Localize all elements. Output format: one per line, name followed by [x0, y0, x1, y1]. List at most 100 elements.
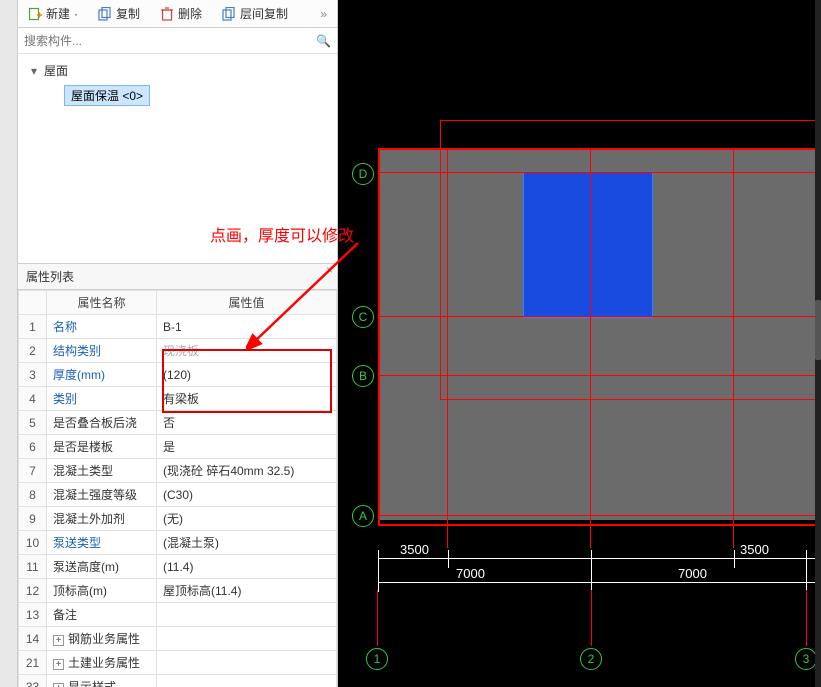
dim-tick [378, 550, 379, 592]
property-row[interactable]: 8混凝土强度等级(C30) [19, 483, 337, 507]
trash-icon [160, 7, 174, 21]
axis-bubble-col: 1 [366, 648, 388, 670]
delete-label: 删除 [178, 5, 202, 22]
axis-stub [591, 590, 592, 646]
row-index: 33 [19, 675, 47, 687]
row-index: 12 [19, 579, 47, 603]
caret-down-icon: ▾ [28, 64, 40, 78]
dim-text: 7000 [456, 566, 485, 581]
floor-copy-button[interactable]: 层间复制 [216, 3, 294, 24]
property-value[interactable] [157, 651, 337, 675]
row-index: 4 [19, 387, 47, 411]
canvas-scrollbar[interactable] [815, 0, 821, 687]
property-value[interactable]: 是 [157, 435, 337, 459]
property-value[interactable]: (C30) [157, 483, 337, 507]
row-index: 3 [19, 363, 47, 387]
property-name: 厚度(mm) [47, 363, 157, 387]
property-name: 泵送类型 [47, 531, 157, 555]
tree-root-label: 屋面 [44, 62, 68, 79]
property-row[interactable]: 33+显示样式 [19, 675, 337, 687]
property-row[interactable]: 6是否是楼板是 [19, 435, 337, 459]
property-row[interactable]: 9混凝土外加剂(无) [19, 507, 337, 531]
property-name: 混凝土强度等级 [47, 483, 157, 507]
search-row: 🔍 [18, 28, 337, 54]
floor-copy-label: 层间复制 [240, 5, 288, 22]
property-value[interactable] [157, 675, 337, 687]
property-name: +钢筋业务属性 [47, 627, 157, 651]
search-input[interactable] [24, 34, 310, 48]
property-name: +显示样式 [47, 675, 157, 687]
row-index: 8 [19, 483, 47, 507]
property-value[interactable]: (现浇砼 碎石40mm 32.5) [157, 459, 337, 483]
property-value[interactable] [157, 627, 337, 651]
annotation-arrow [246, 240, 366, 350]
property-row[interactable]: 12顶标高(m)屋顶标高(11.4) [19, 579, 337, 603]
property-row[interactable]: 3厚度(mm)(120) [19, 363, 337, 387]
row-index: 10 [19, 531, 47, 555]
property-row[interactable]: 11泵送高度(m)(11.4) [19, 555, 337, 579]
property-value[interactable] [157, 603, 337, 627]
property-name: 是否是楼板 [47, 435, 157, 459]
property-name: 泵送高度(m) [47, 555, 157, 579]
property-value[interactable]: 否 [157, 411, 337, 435]
row-index: 7 [19, 459, 47, 483]
property-row[interactable]: 13备注 [19, 603, 337, 627]
property-name: 是否叠合板后浇 [47, 411, 157, 435]
property-row[interactable]: 14+钢筋业务属性 [19, 627, 337, 651]
property-name: 备注 [47, 603, 157, 627]
copy-icon [98, 7, 112, 21]
row-index: 9 [19, 507, 47, 531]
left-rail [0, 0, 18, 687]
col-name: 属性名称 [47, 291, 157, 315]
property-name: 结构类别 [47, 339, 157, 363]
copy-button[interactable]: 复制 [92, 3, 146, 24]
new-button[interactable]: 新建 · [22, 3, 84, 24]
drawing-canvas[interactable]: D C B A 1 2 3 3500 3500 7000 7000 [338, 0, 821, 687]
property-value[interactable]: (混凝土泵) [157, 531, 337, 555]
property-value[interactable]: (无) [157, 507, 337, 531]
dim-text: 3500 [400, 542, 429, 557]
new-icon [28, 7, 42, 21]
axis-bubble-row: A [352, 505, 374, 527]
expand-icon[interactable]: + [53, 683, 64, 687]
tree-item-roof-insulation[interactable]: 屋面保温 <0> [64, 85, 150, 106]
property-name: 混凝土外加剂 [47, 507, 157, 531]
property-row[interactable]: 10泵送类型(混凝土泵) [19, 531, 337, 555]
expand-icon[interactable]: + [53, 659, 64, 670]
row-index: 5 [19, 411, 47, 435]
row-index: 2 [19, 339, 47, 363]
new-label: 新建 [46, 5, 70, 22]
axis-bubble-row: B [352, 365, 374, 387]
copy-label: 复制 [116, 5, 140, 22]
col-index [19, 291, 47, 315]
scrollbar-thumb[interactable] [815, 300, 821, 360]
property-name: 顶标高(m) [47, 579, 157, 603]
property-value[interactable]: (120) [157, 363, 337, 387]
component-toolbar: 新建 · 复制 删除 层间复制 » [18, 0, 337, 28]
row-index: 21 [19, 651, 47, 675]
property-value[interactable]: (11.4) [157, 555, 337, 579]
property-row[interactable]: 21+土建业务属性 [19, 651, 337, 675]
row-index: 1 [19, 315, 47, 339]
property-name: 名称 [47, 315, 157, 339]
delete-button[interactable]: 删除 [154, 3, 208, 24]
row-index: 14 [19, 627, 47, 651]
dim-text: 7000 [678, 566, 707, 581]
row-index: 13 [19, 603, 47, 627]
axis-stub [377, 590, 378, 646]
property-value[interactable]: 有梁板 [157, 387, 337, 411]
property-name: 类别 [47, 387, 157, 411]
floor-copy-icon [222, 7, 236, 21]
property-row[interactable]: 4类别有梁板 [19, 387, 337, 411]
dim-tick [806, 550, 807, 592]
property-name: +土建业务属性 [47, 651, 157, 675]
property-value[interactable]: 屋顶标高(11.4) [157, 579, 337, 603]
toolbar-overflow-icon[interactable]: » [314, 5, 333, 23]
dim-tick [734, 550, 735, 568]
property-row[interactable]: 5是否叠合板后浇否 [19, 411, 337, 435]
tree-root-roof[interactable]: ▾ 屋面 [28, 60, 327, 81]
expand-icon[interactable]: + [53, 635, 64, 646]
outer-extent [378, 148, 821, 526]
property-row[interactable]: 7混凝土类型(现浇砼 碎石40mm 32.5) [19, 459, 337, 483]
search-icon[interactable]: 🔍 [316, 34, 331, 48]
